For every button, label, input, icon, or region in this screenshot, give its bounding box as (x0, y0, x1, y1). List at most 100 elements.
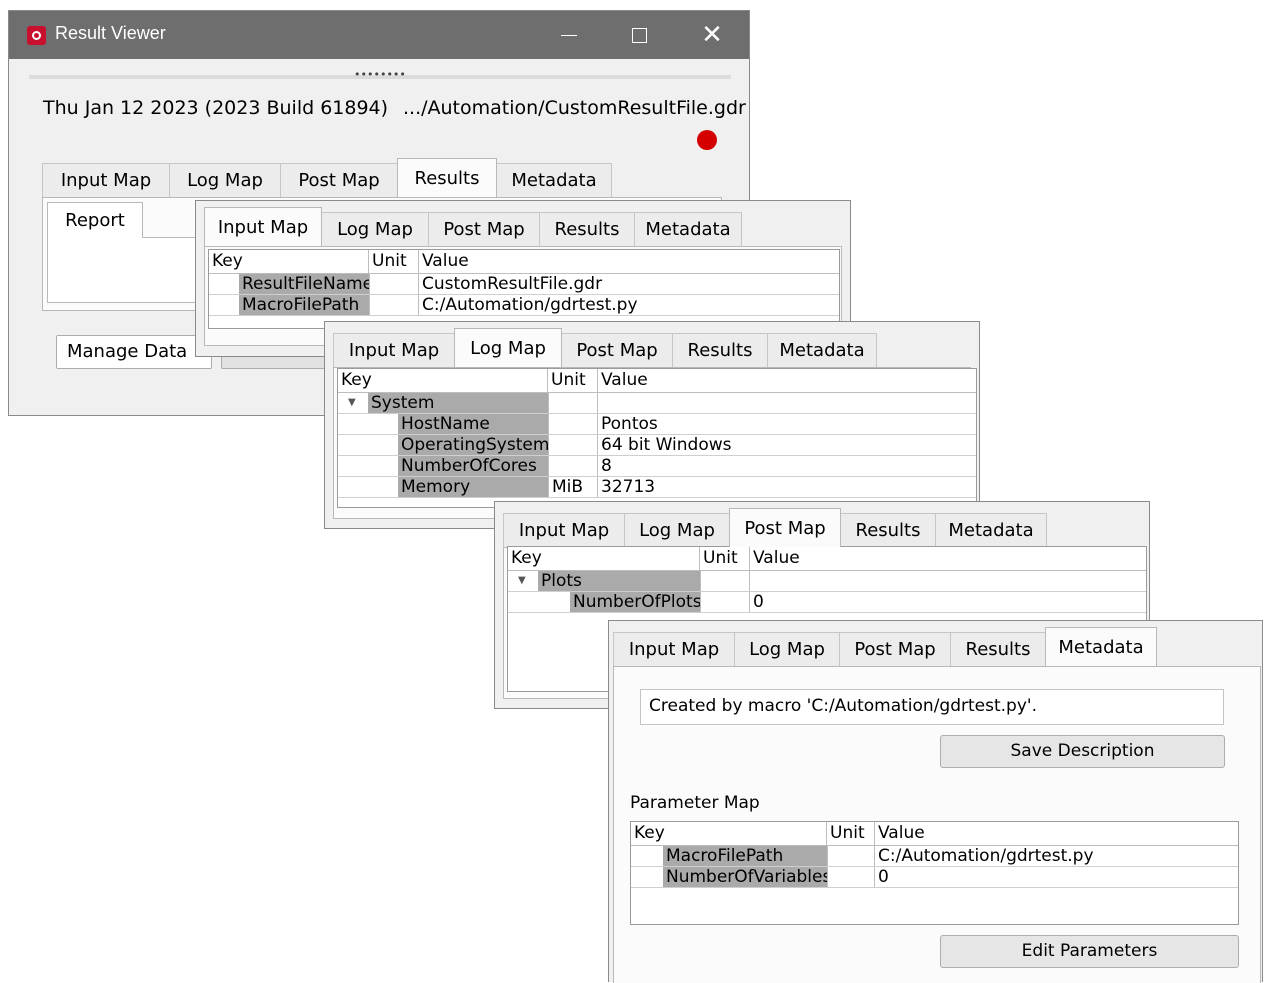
row-value: C:/Automation/gdrtest.py (878, 846, 1094, 866)
column-key[interactable]: Key (209, 250, 369, 274)
minimize-icon (561, 34, 577, 36)
table-row[interactable]: OperatingSystem 64 bit Windows (338, 435, 976, 456)
table-row[interactable]: HostName Pontos (338, 414, 976, 435)
row-unit (369, 274, 419, 294)
row-key: HostName (398, 414, 548, 434)
row-key: NumberOfPlots (570, 592, 700, 612)
tab-label: Post Map (576, 340, 658, 361)
edit-parameters-button[interactable]: Edit Parameters (940, 935, 1239, 968)
tab-label: Metadata (511, 170, 597, 191)
tab-label: Metadata (948, 520, 1034, 541)
table-row[interactable]: ResultFileName CustomResultFile.gdr (209, 274, 839, 295)
tab-label: Metadata (645, 219, 731, 240)
row-key: MacroFilePath (663, 846, 827, 866)
tab-log-map[interactable]: Log Map (734, 632, 840, 666)
post-map-tab-bar: Input Map Log Map Post Map Results Metad… (503, 508, 1047, 547)
close-button[interactable]: ✕ (677, 11, 747, 59)
expand-arrow-icon[interactable]: ▼ (518, 575, 526, 586)
column-key[interactable]: Key (338, 369, 548, 393)
tab-input-map[interactable]: Input Map (42, 163, 170, 197)
tab-input-map[interactable]: Input Map (204, 207, 322, 246)
tree-header: Key Unit Value (338, 369, 976, 393)
group-key: Plots (538, 571, 700, 591)
tab-results[interactable]: Results (539, 212, 635, 246)
column-unit[interactable]: Unit (700, 547, 750, 571)
tree-group-row[interactable]: ▼ Plots (508, 571, 1146, 592)
table-row[interactable]: MacroFilePath C:/Automation/gdrtest.py (209, 295, 839, 316)
table-row[interactable]: Memory MiB 32713 (338, 477, 976, 498)
tab-metadata[interactable]: Metadata (496, 163, 612, 197)
tab-results[interactable]: Results (672, 333, 768, 367)
table-row[interactable]: NumberOfPlots 0 (508, 592, 1146, 613)
tab-results[interactable]: Results (397, 158, 497, 197)
row-unit (827, 867, 875, 887)
tab-metadata[interactable]: Metadata (1045, 627, 1157, 666)
tab-input-map[interactable]: Input Map (333, 333, 455, 367)
tab-input-map[interactable]: Input Map (503, 513, 625, 547)
tab-label: Metadata (1058, 636, 1144, 658)
tree-header: Key Unit Value (631, 822, 1238, 846)
row-value: 32713 (601, 477, 656, 497)
tab-post-map[interactable]: Post Map (280, 163, 398, 197)
input-map-tab-bar: Input Map Log Map Post Map Results Metad… (204, 207, 742, 246)
column-key[interactable]: Key (631, 822, 827, 846)
parameter-map-label: Parameter Map (630, 793, 760, 813)
row-value: Pontos (601, 414, 658, 434)
minimize-button[interactable] (534, 11, 604, 59)
metadata-content: Created by macro 'C:/Automation/gdrtest.… (613, 666, 1261, 983)
table-row[interactable]: NumberOfVariables 0 (631, 867, 1238, 888)
splitter-grip-icon: •••••••• (354, 68, 406, 81)
tab-metadata[interactable]: Metadata (634, 212, 742, 246)
tab-label: Log Map (187, 170, 263, 191)
column-value[interactable]: Value (419, 250, 839, 274)
tab-results[interactable]: Results (950, 632, 1046, 666)
tab-log-map[interactable]: Log Map (321, 212, 429, 246)
column-unit[interactable]: Unit (548, 369, 598, 393)
tab-label: Post Map (744, 517, 826, 539)
table-row[interactable]: MacroFilePath C:/Automation/gdrtest.py (631, 846, 1238, 867)
column-value[interactable]: Value (875, 822, 1238, 846)
description-field[interactable]: Created by macro 'C:/Automation/gdrtest.… (640, 689, 1224, 725)
save-description-button[interactable]: Save Description (940, 735, 1225, 768)
manage-data-dropdown[interactable]: Manage Data ▾ (56, 335, 212, 369)
tab-metadata[interactable]: Metadata (935, 513, 1047, 547)
title-bar[interactable]: Result Viewer ✕ (9, 11, 749, 59)
tab-label: Input Map (518, 520, 610, 541)
tab-log-map[interactable]: Log Map (454, 328, 562, 367)
row-value: 64 bit Windows (601, 435, 732, 455)
tab-log-map[interactable]: Log Map (624, 513, 730, 547)
tab-post-map[interactable]: Post Map (561, 333, 673, 367)
column-unit[interactable]: Unit (369, 250, 419, 274)
tab-results[interactable]: Results (840, 513, 936, 547)
row-unit (369, 295, 419, 315)
tab-post-map[interactable]: Post Map (428, 212, 540, 246)
log-map-tree[interactable]: Key Unit Value ▼ System HostName Pontos … (337, 368, 977, 508)
tree-group-row[interactable]: ▼ System (338, 393, 976, 414)
input-map-tree[interactable]: Key Unit Value ResultFileName CustomResu… (208, 249, 840, 329)
tab-label: Results (965, 639, 1031, 660)
date-build-label: Thu Jan 12 2023 (2023 Build 61894) (43, 97, 389, 119)
tab-log-map[interactable]: Log Map (169, 163, 281, 197)
tab-post-map[interactable]: Post Map (729, 508, 841, 547)
maximize-button[interactable] (604, 11, 674, 59)
column-unit[interactable]: Unit (827, 822, 875, 846)
row-key: ResultFileName (239, 274, 369, 294)
expand-arrow-icon[interactable]: ▼ (348, 397, 356, 408)
manage-data-label: Manage Data (67, 341, 188, 362)
row-key: Memory (398, 477, 548, 497)
table-row[interactable]: NumberOfCores 8 (338, 456, 976, 477)
window-title: Result Viewer (55, 23, 166, 43)
column-value[interactable]: Value (750, 547, 1146, 571)
parameter-map-tree[interactable]: Key Unit Value MacroFilePath C:/Automati… (630, 821, 1239, 925)
log-map-content: Key Unit Value ▼ System HostName Pontos … (333, 367, 977, 519)
row-unit (700, 571, 750, 591)
tab-post-map[interactable]: Post Map (839, 632, 951, 666)
tab-input-map[interactable]: Input Map (613, 632, 735, 666)
tab-metadata[interactable]: Metadata (767, 333, 877, 367)
column-key[interactable]: Key (508, 547, 700, 571)
tab-label: Post Map (854, 639, 936, 660)
row-unit (548, 393, 598, 413)
column-value[interactable]: Value (598, 369, 976, 393)
subtab-report[interactable]: Report (47, 202, 143, 238)
row-unit (827, 846, 875, 866)
